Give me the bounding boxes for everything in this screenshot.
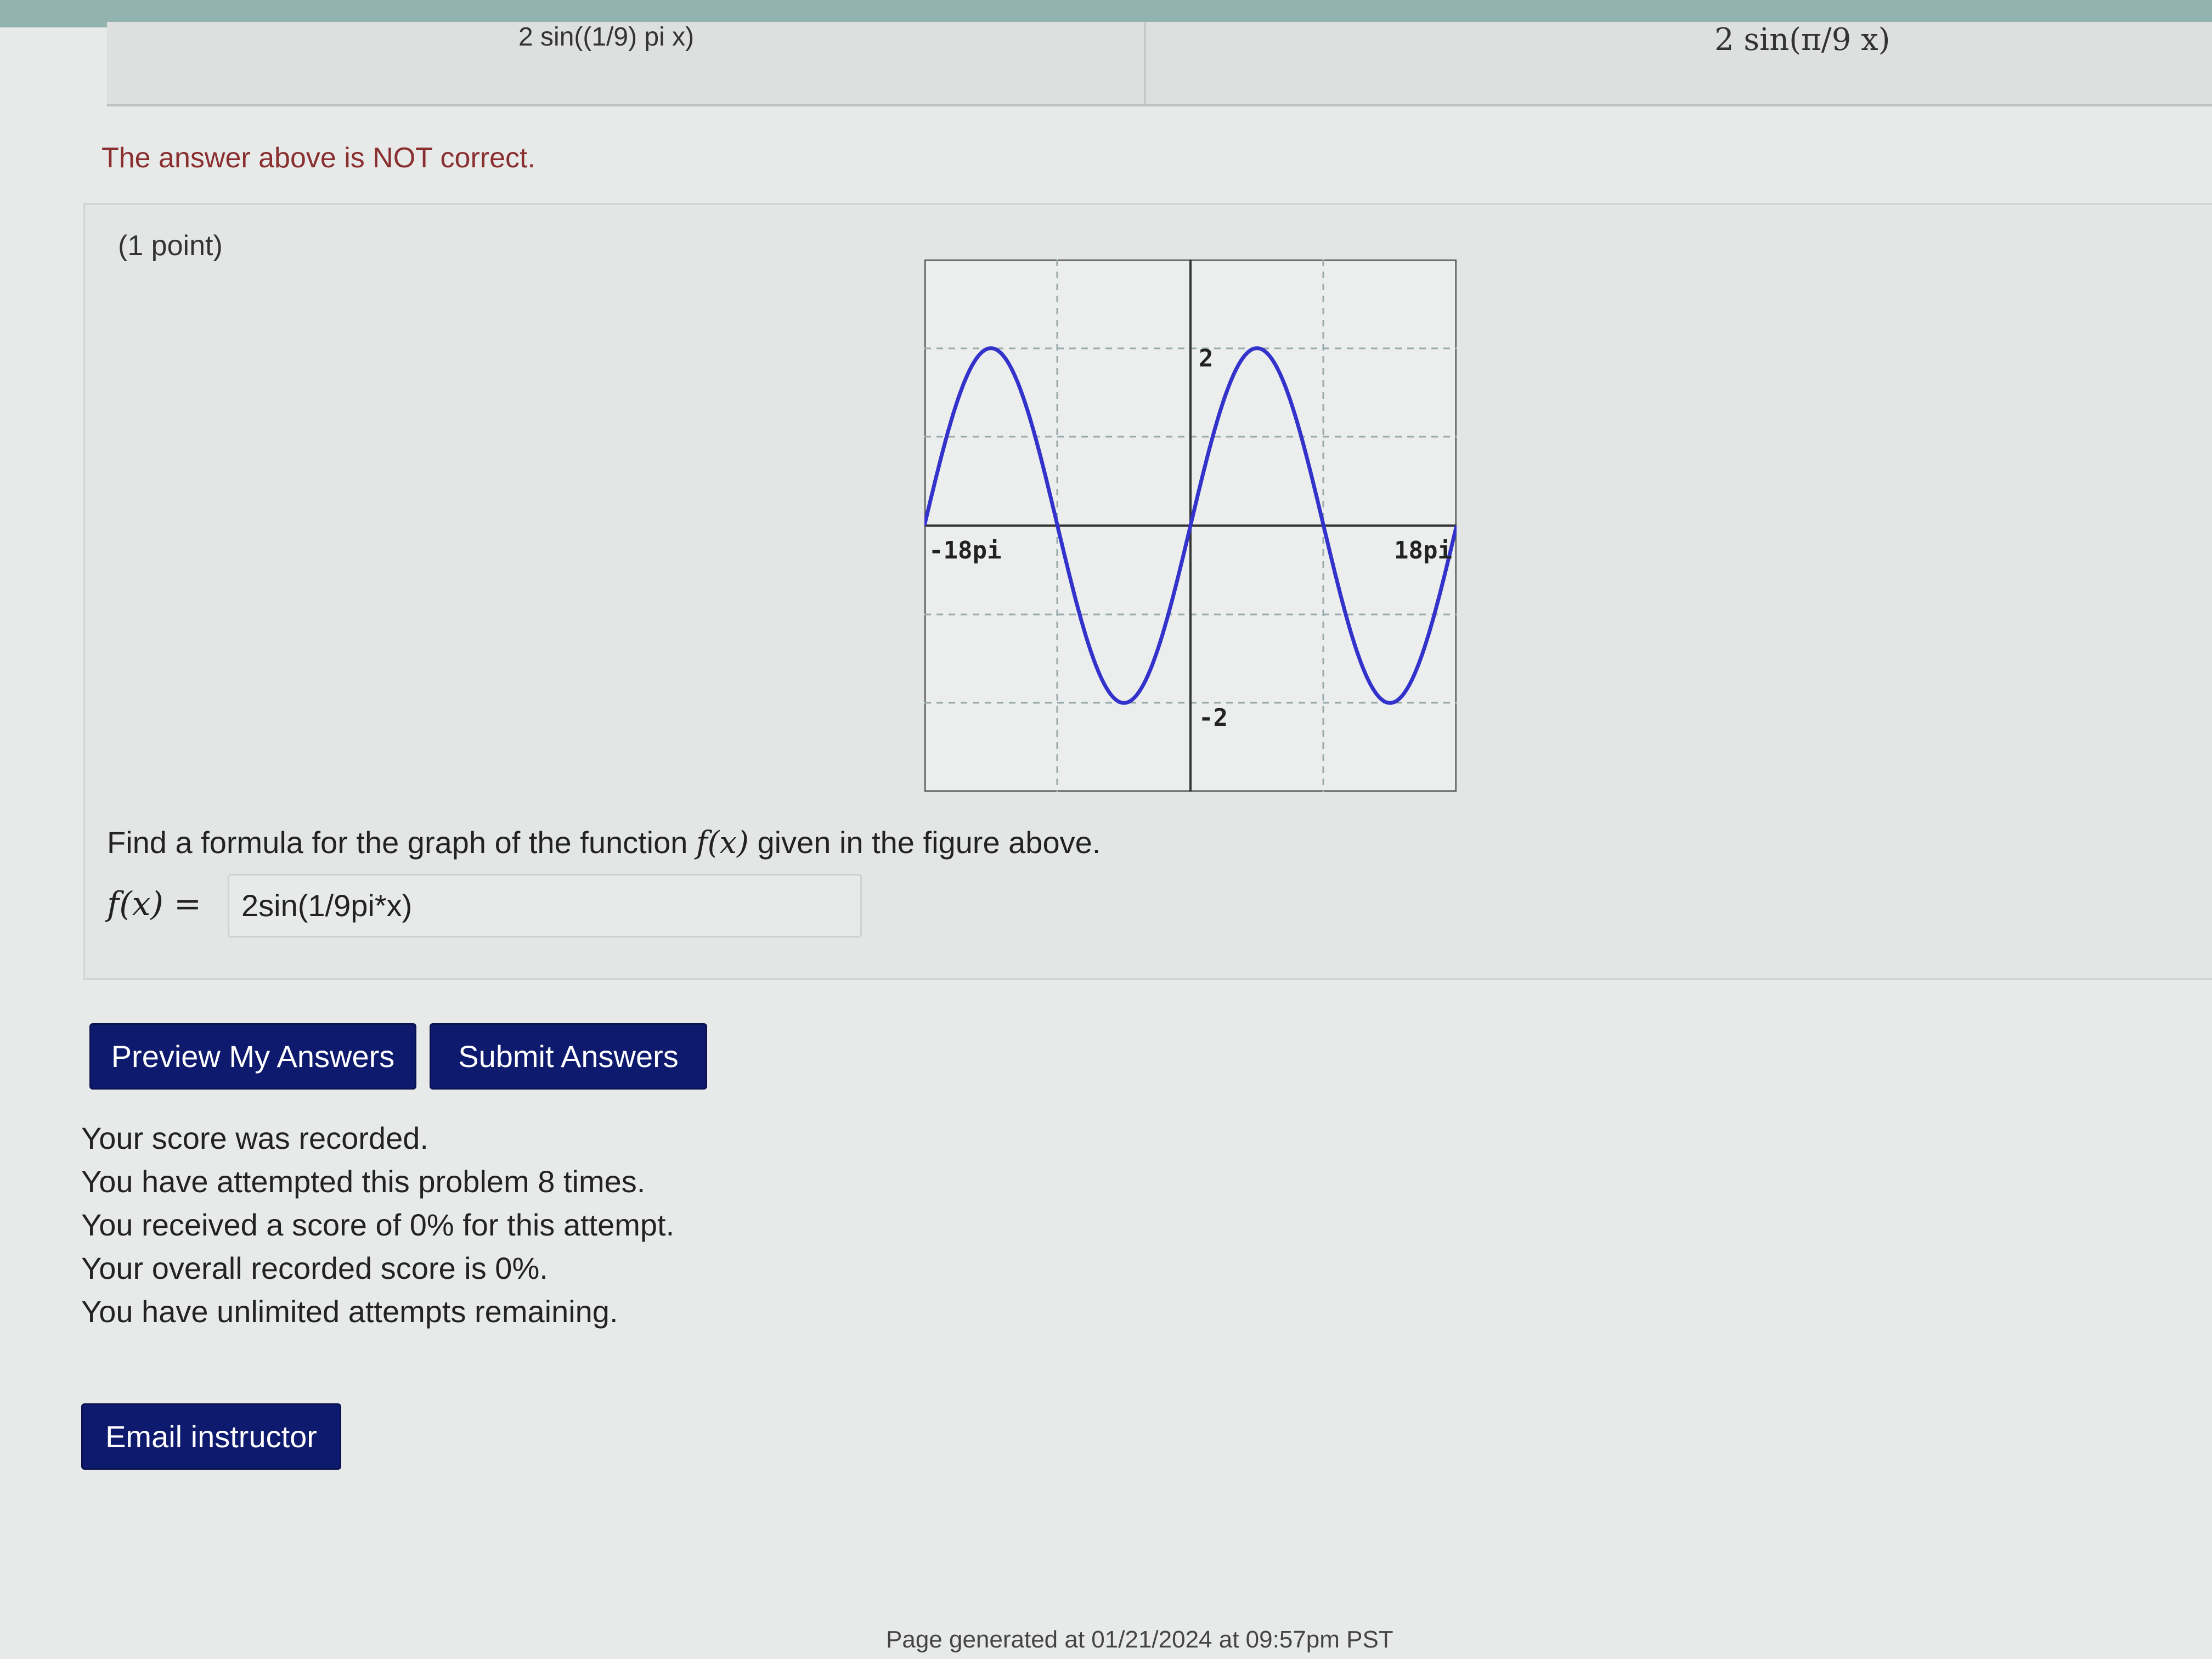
answer-input[interactable]: 2sin(1/9pi*x) [228, 874, 862, 938]
graph-xmax-label: 18pi [1394, 537, 1452, 565]
question-text: Find a formula for the graph of the func… [107, 825, 1101, 861]
graph-ymax-label: 2 [1199, 345, 1214, 373]
answer-value: 2sin(1/9pi*x) [241, 888, 413, 923]
score-line: You have attempted this problem 8 times. [81, 1164, 646, 1199]
submit-answers-button[interactable]: Submit Answers [430, 1023, 707, 1090]
problem-points: (1 point) [118, 230, 223, 262]
answer-preview: 2 sin(π/9 x) [1714, 22, 1891, 58]
score-line: You have unlimited attempts remaining. [81, 1294, 618, 1329]
feedback-message: The answer above is NOT correct. [101, 142, 535, 174]
problem-box: (1 point) -18pi 18pi 2 -2 Find a formula… [83, 203, 2212, 980]
score-line: Your score was recorded. [81, 1121, 428, 1155]
score-line: You received a score of 0% for this atte… [81, 1207, 675, 1242]
previous-answers-table: 2 sin((1/9) pi x) 2 sin(π/9 x) [107, 22, 2212, 106]
function-graph: -18pi 18pi 2 -2 [924, 259, 1457, 792]
email-instructor-button[interactable]: Email instructor [81, 1403, 341, 1470]
page-generated-footer: Page generated at 01/21/2024 at 09:57pm … [886, 1626, 1393, 1653]
preview-answers-button[interactable]: Preview My Answers [89, 1023, 416, 1090]
score-line: Your overall recorded score is 0%. [81, 1251, 548, 1285]
graph-xmin-label: -18pi [929, 537, 1001, 565]
score-summary: Your score was recorded. You have attemp… [81, 1116, 674, 1333]
entered-answer: 2 sin((1/9) pi x) [518, 22, 695, 52]
graph-ymin-label: -2 [1199, 704, 1228, 732]
function-label: f(x) = [107, 885, 202, 923]
